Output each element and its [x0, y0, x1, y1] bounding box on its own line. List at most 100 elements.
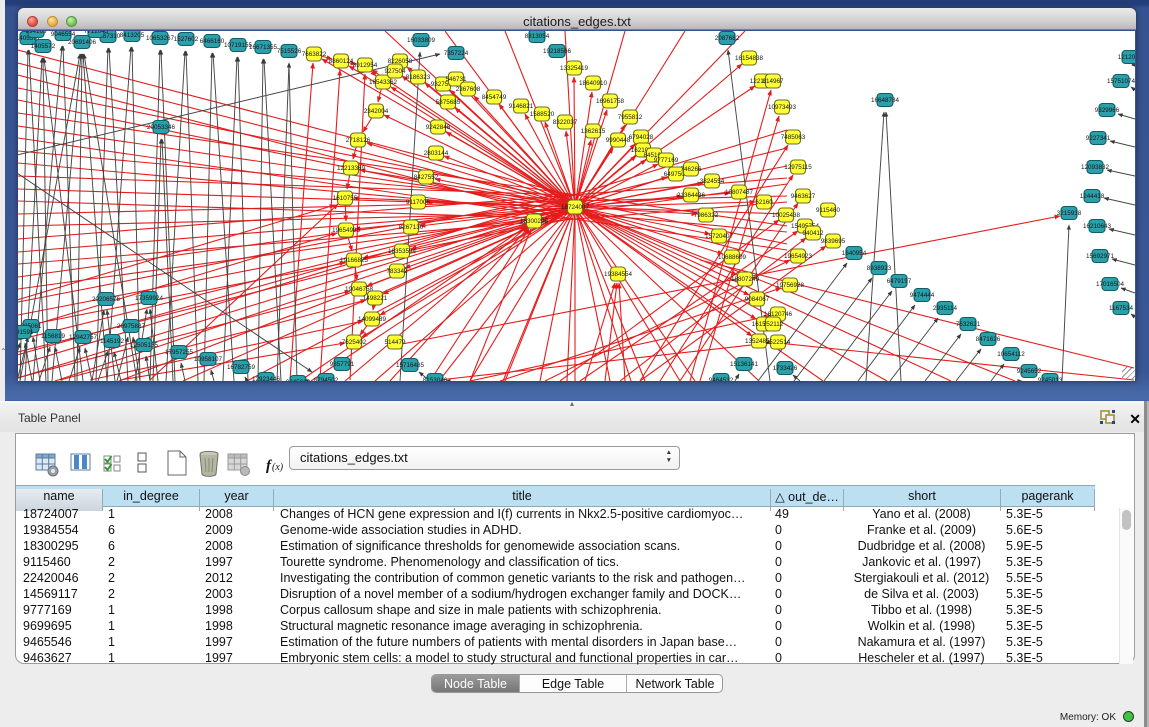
svg-text:19384554: 19384554	[604, 271, 633, 278]
svg-text:7663822: 7663822	[302, 51, 327, 58]
svg-text:9839695: 9839695	[821, 238, 846, 245]
svg-text:1610755: 1610755	[333, 195, 358, 202]
svg-text:9046554: 9046554	[51, 31, 76, 38]
svg-text:3824554: 3824554	[700, 178, 725, 185]
svg-text:16033809: 16033809	[407, 37, 436, 44]
svg-text:9857791: 9857791	[330, 361, 355, 368]
svg-text:12942757: 12942757	[69, 334, 98, 341]
svg-text:9227341: 9227341	[1086, 135, 1111, 142]
svg-text:15136141: 15136141	[730, 361, 759, 368]
svg-text:7625402: 7625402	[342, 339, 367, 346]
svg-text:16210643: 16210643	[1083, 223, 1112, 230]
svg-text:514479: 514479	[384, 339, 406, 346]
svg-text:9474444: 9474444	[910, 292, 935, 299]
svg-text:19756928: 19756928	[776, 282, 805, 289]
svg-text:927504: 927504	[384, 68, 406, 75]
svg-text:8322037: 8322037	[553, 119, 578, 126]
svg-text:746266: 746266	[680, 166, 702, 173]
svg-text:18807249: 18807249	[731, 276, 760, 283]
svg-text:9329966: 9329966	[1095, 107, 1120, 114]
svg-text:8813054: 8813054	[525, 33, 550, 40]
svg-text:1156819: 1156819	[41, 333, 66, 340]
svg-text:16961758: 16961758	[596, 98, 625, 105]
svg-text:15751074: 15751074	[1107, 78, 1136, 85]
svg-text:2367608: 2367608	[456, 86, 481, 93]
svg-text:19654985: 19654985	[332, 227, 361, 234]
svg-text:12975115: 12975115	[784, 164, 812, 171]
svg-text:9084067: 9084067	[745, 296, 770, 303]
svg-text:10807487: 10807487	[725, 189, 754, 196]
svg-text:9242848: 9242848	[426, 124, 451, 131]
svg-text:7986322: 7986322	[694, 212, 719, 219]
svg-text:19166825: 19166825	[340, 257, 369, 264]
svg-text:9117006: 9117006	[406, 199, 431, 206]
svg-text:8413205: 8413205	[120, 32, 145, 39]
svg-text:17359924: 17359924	[135, 295, 164, 302]
svg-text:9245652: 9245652	[1017, 368, 1042, 375]
svg-text:18353594: 18353594	[388, 248, 417, 255]
svg-text:1212045: 1212045	[1118, 54, 1143, 61]
svg-text:6794028: 6794028	[629, 134, 654, 141]
svg-text:20691406: 20691406	[68, 39, 97, 46]
svg-text:12923446: 12923446	[252, 376, 281, 383]
svg-text:62160: 62160	[755, 199, 773, 206]
svg-text:8153046: 8153046	[423, 377, 448, 384]
svg-text:5875685: 5875685	[436, 99, 461, 106]
svg-text:9777169: 9777169	[654, 157, 679, 164]
svg-text:8427552: 8427552	[414, 174, 439, 181]
svg-text:16648784: 16648784	[871, 97, 900, 104]
svg-text:8794502: 8794502	[314, 377, 339, 384]
svg-text:8454749: 8454749	[482, 94, 507, 101]
svg-text:1498221: 1498221	[363, 295, 388, 302]
svg-text:10688609: 10688609	[718, 254, 747, 261]
svg-text:10958107: 10958107	[194, 356, 223, 363]
svg-text:20975887: 20975887	[117, 323, 146, 330]
svg-text:1405572: 1405572	[31, 43, 56, 50]
svg-text:12213369: 12213369	[337, 165, 366, 172]
svg-text:994163: 994163	[25, 28, 47, 35]
svg-text:18300295: 18300295	[520, 218, 549, 225]
svg-text:16154838: 16154838	[735, 55, 764, 62]
svg-text:2935114: 2935114	[933, 305, 958, 312]
svg-text:3215938: 3215938	[1057, 210, 1082, 217]
svg-text:12505135: 12505135	[130, 342, 159, 349]
svg-text:9464532: 9464532	[709, 377, 734, 384]
svg-text:16782759: 16782759	[227, 364, 256, 371]
svg-text:8186323: 8186323	[406, 74, 431, 81]
svg-text:8938923: 8938923	[867, 265, 892, 272]
svg-text:14099489: 14099489	[358, 316, 387, 323]
svg-text:391591: 391591	[12, 329, 34, 336]
svg-text:8267130: 8267130	[399, 224, 424, 231]
svg-text:9245013: 9245013	[1038, 377, 1063, 384]
svg-text:2718126: 2718126	[346, 137, 371, 144]
svg-text:16671355: 16671355	[249, 44, 278, 51]
svg-text:1145192: 1145192	[100, 338, 125, 345]
svg-text:1167534: 1167534	[1109, 305, 1134, 312]
svg-text:2522514: 2522514	[766, 339, 791, 346]
svg-text:9990448: 9990448	[606, 137, 631, 144]
svg-text:7515526: 7515526	[277, 48, 302, 55]
svg-text:2803144: 2803144	[424, 150, 449, 157]
svg-text:15716485: 15716485	[396, 362, 425, 369]
svg-text:16543362: 16543362	[369, 79, 398, 86]
svg-text:1588520: 1588520	[530, 111, 555, 118]
svg-text:7955812: 7955812	[618, 114, 643, 121]
svg-text:1640954: 1640954	[842, 250, 867, 257]
svg-text:1362615: 1362615	[581, 128, 606, 135]
svg-text:19654923: 19654923	[784, 253, 813, 260]
svg-text:940412: 940412	[802, 230, 824, 237]
svg-text:1244418: 1244418	[1080, 193, 1105, 200]
svg-text:6479197: 6479197	[887, 278, 912, 285]
svg-text:783342: 783342	[386, 268, 408, 275]
svg-text:2087682: 2087682	[715, 35, 740, 42]
svg-text:8912954: 8912954	[353, 62, 378, 69]
svg-text:18724007: 18724007	[561, 204, 590, 211]
svg-text:15720407: 15720407	[705, 233, 734, 240]
svg-text:(x): (x)	[272, 462, 284, 473]
svg-text:10653267: 10653267	[146, 35, 175, 42]
svg-text:1733426: 1733426	[773, 365, 798, 372]
svg-text:9245012: 9245012	[286, 379, 311, 386]
svg-text:9463627: 9463627	[791, 193, 816, 200]
svg-text:1527602: 1527602	[174, 36, 199, 43]
svg-text:7712045: 7712045	[84, 28, 109, 35]
